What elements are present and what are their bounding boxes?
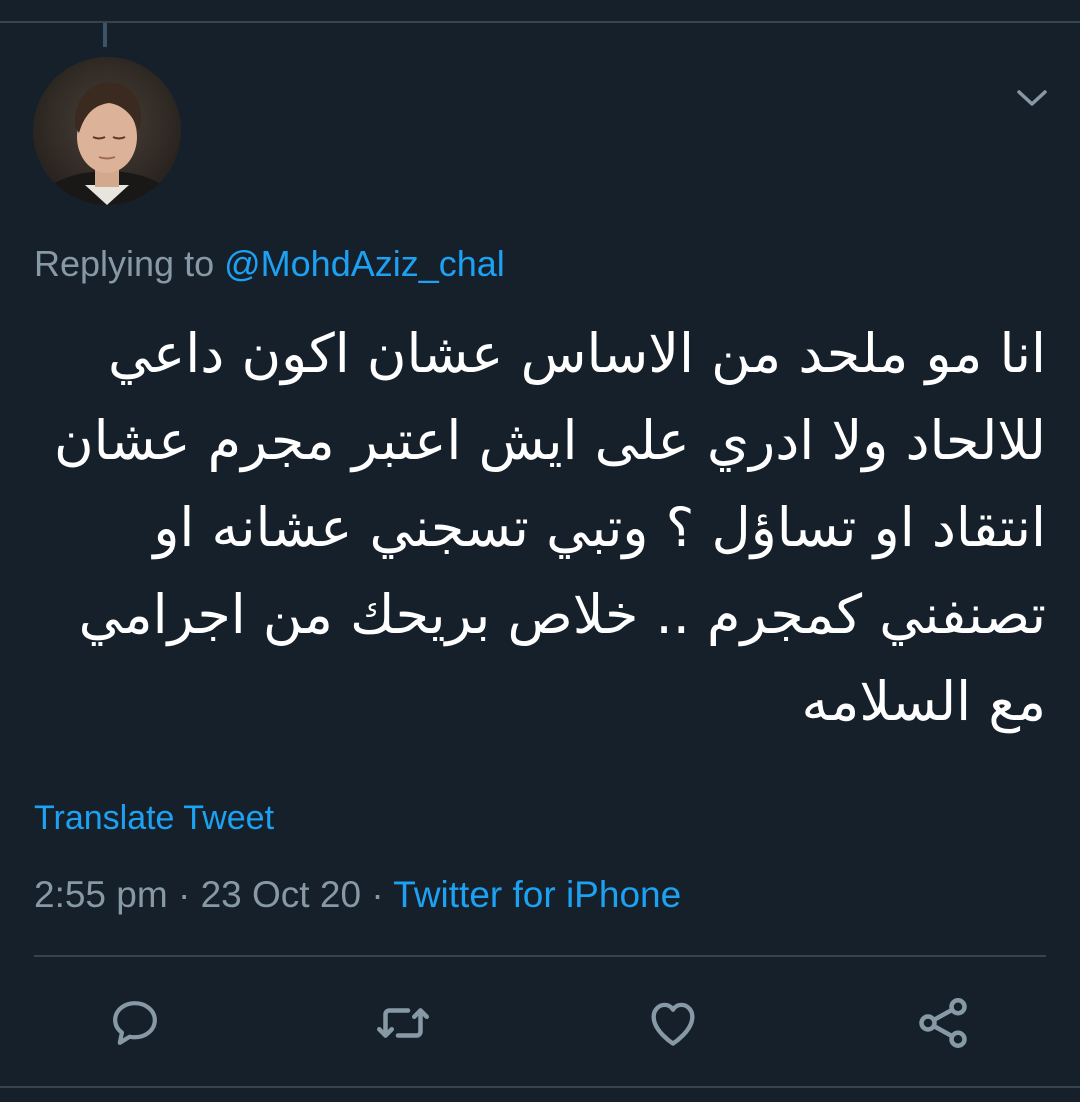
tweet-text-line: انتقاد او تساؤل ؟ وتبي تسجني عشانه او [153,496,1046,559]
retweet-arrows-icon [377,1008,429,1038]
tweet-text: انا مو ملحد من الاساس عشان اكون داعي للا… [40,310,1046,745]
avatar-image [33,57,181,205]
tweet-time: 2:55 pm [34,874,168,915]
tweet-date: 23 Oct 20 [200,874,362,915]
replying-to: Replying to @MohdAziz_chal [34,240,505,288]
retweet-button[interactable] [373,993,433,1053]
thread-connector-line [103,23,107,47]
meta-separator: · [371,874,384,915]
chevron-down-icon [1017,90,1047,106]
speech-bubble-icon [113,1001,157,1045]
tweet-text-line: تصنفني كمجرم .. خلاص بريحك من اجرامي [78,583,1046,646]
meta-separator: · [177,874,191,915]
tweet-meta: 2:55 pm · 23 Oct 20 · Twitter for iPhone [34,870,681,920]
share-button[interactable] [913,993,973,1053]
actions-divider [34,955,1046,957]
tweet-text-line: انا مو ملحد من الاساس عشان اكون داعي [108,322,1046,385]
translate-tweet-link[interactable]: Translate Tweet [34,795,274,841]
avatar[interactable] [33,57,181,205]
replying-handle-link[interactable]: @MohdAziz_chal [224,243,505,284]
tweet-menu-button[interactable] [1010,80,1054,116]
bottom-divider [0,1086,1080,1088]
tweet-text-line: للالحاد ولا ادري على ايش اعتبر مجرم عشان [53,409,1046,472]
tweet-source-link[interactable]: Twitter for iPhone [393,874,681,915]
like-button[interactable] [643,993,703,1053]
tweet-text-line: مع السلامه [801,670,1046,733]
top-divider [0,21,1080,23]
reply-button[interactable] [105,993,165,1053]
replying-prefix: Replying to [34,243,215,284]
heart-icon [651,1002,695,1046]
share-nodes-icon [919,998,967,1048]
